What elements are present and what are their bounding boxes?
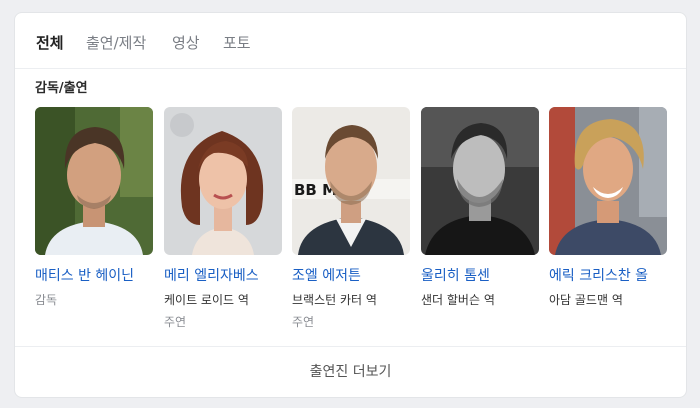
tab-bar: 전체 출연/제작 영상 포토 [15, 13, 686, 69]
person-photo[interactable] [549, 107, 667, 255]
person-card: 매티스 반 헤이닌 감독 [35, 107, 153, 308]
person-role: 케이트 로이드 역 [164, 293, 249, 307]
tab-video[interactable]: 영상 [172, 32, 200, 53]
person-photo[interactable] [35, 107, 153, 255]
person-card: 울리히 톰센 샌더 할버슨 역 [421, 107, 539, 308]
person-name[interactable]: 매티스 반 헤이닌 [35, 265, 153, 285]
tab-photo[interactable]: 포토 [223, 32, 251, 53]
person-name[interactable]: 에릭 크리스찬 올 [549, 265, 667, 285]
section-title: 감독/출연 [35, 81, 88, 96]
person-name[interactable]: 조엘 에저튼 [292, 265, 410, 285]
person-photo[interactable] [421, 107, 539, 255]
person-billing: 주연 [292, 315, 315, 329]
person-role: 아담 골드맨 역 [549, 293, 623, 307]
person-photo[interactable] [164, 107, 282, 255]
person-photo[interactable]: BB MERI [292, 107, 410, 255]
tab-cast-crew[interactable]: 출연/제작 [86, 32, 146, 53]
person-name[interactable]: 메리 엘리자베스 [164, 265, 282, 285]
person-billing: 주연 [164, 315, 187, 329]
more-cast-button[interactable]: 출연진 더보기 [15, 346, 686, 397]
person-name[interactable]: 울리히 톰센 [421, 265, 539, 285]
person-role: 샌더 할버슨 역 [421, 293, 495, 307]
person-role: 브랙스턴 카터 역 [292, 293, 377, 307]
person-card: 에릭 크리스찬 올 아담 골드맨 역 [549, 107, 667, 308]
person-card: BB MERI 조엘 에저튼 브랙스턴 카터 역 주연 [292, 107, 410, 330]
cast-card: 전체 출연/제작 영상 포토 감독/출연 매티스 반 헤이닌 감독 메리 엘리자… [14, 12, 687, 398]
person-role: 감독 [35, 293, 58, 307]
tab-all[interactable]: 전체 [36, 32, 64, 53]
person-card: 메리 엘리자베스 케이트 로이드 역 주연 [164, 107, 282, 330]
